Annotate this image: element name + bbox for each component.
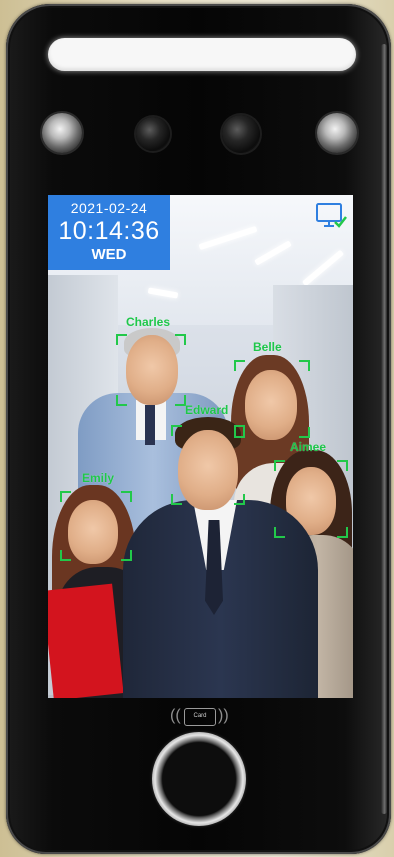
face-box-edward <box>171 425 245 505</box>
datetime-panel: 2021-02-24 10:14:36 WED <box>48 195 170 270</box>
face-name-emily: Emily <box>82 471 115 485</box>
fingerprint-sensor-icon[interactable] <box>152 732 246 826</box>
fill-light-bar <box>48 38 356 71</box>
monitor-check-icon[interactable] <box>315 202 347 230</box>
nfc-card-icon: Card <box>184 708 216 726</box>
day-label: WED <box>91 246 127 263</box>
face-name-edward: Edward <box>185 403 229 417</box>
card-reader[interactable]: (( Card )) <box>168 702 232 730</box>
face-name-belle: Belle <box>253 340 282 354</box>
face-box-charles <box>116 334 186 406</box>
ir-sensor-right-icon <box>317 113 357 153</box>
card-label: Card <box>193 713 207 719</box>
nfc-wave-left-icon: (( <box>170 707 181 724</box>
face-box-emily <box>60 491 132 561</box>
camera-lens-right-icon <box>222 115 260 153</box>
time-label: 10:14:36 <box>58 217 160 245</box>
nfc-wave-right-icon: )) <box>218 707 229 724</box>
face-box-aimee <box>274 460 348 538</box>
face-box-belle <box>234 360 310 438</box>
camera-lens-left-icon <box>136 117 170 151</box>
ir-sensor-left-icon <box>42 113 82 153</box>
red-folder <box>48 583 124 698</box>
face-name-charles: Charles <box>126 315 171 329</box>
date-label: 2021-02-24 <box>70 200 148 216</box>
face-name-aimee: Aimee <box>290 440 327 454</box>
display-screen: Charles Belle Edward Aimee Emily 2021-02… <box>48 195 353 698</box>
device-edge-highlight <box>381 44 387 814</box>
